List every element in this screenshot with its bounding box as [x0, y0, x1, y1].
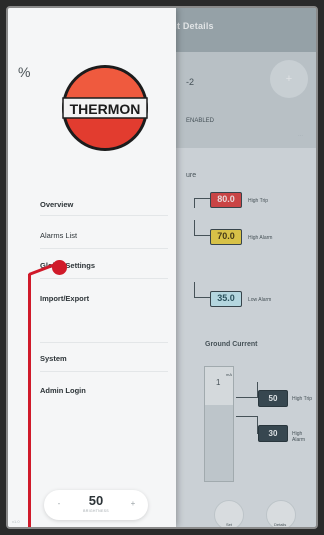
menu-item-import-export[interactable]: Import/Export — [40, 289, 164, 309]
annotation-dot — [52, 260, 67, 275]
menu-divider — [40, 371, 168, 372]
menu-item-system[interactable]: System — [40, 349, 164, 369]
version-text: v1.0 — [12, 519, 20, 524]
nav-drawer: % THERMON Overview Alarms List Global Se… — [8, 8, 176, 527]
menu-item-overview[interactable]: Overview — [40, 195, 164, 215]
screen-shade[interactable] — [176, 8, 316, 527]
logo-text: THERMON — [70, 101, 141, 117]
device-frame: Circuit Details -2 ENABLED + ... ure 80.… — [6, 6, 318, 529]
menu-divider — [40, 342, 168, 343]
stepper-plus-button[interactable]: + — [126, 497, 140, 511]
menu-item-admin-login[interactable]: Admin Login — [40, 381, 164, 401]
percent-icon: % — [18, 64, 31, 80]
thermon-logo: THERMON — [62, 65, 148, 151]
brightness-stepper: - 50 BRIGHTNESS + — [44, 490, 148, 520]
annotation-line — [28, 274, 31, 527]
menu-divider — [40, 278, 168, 279]
menu-item-alarms-list[interactable]: Alarms List — [40, 226, 164, 246]
menu-divider — [40, 215, 168, 216]
menu-divider — [40, 248, 168, 249]
